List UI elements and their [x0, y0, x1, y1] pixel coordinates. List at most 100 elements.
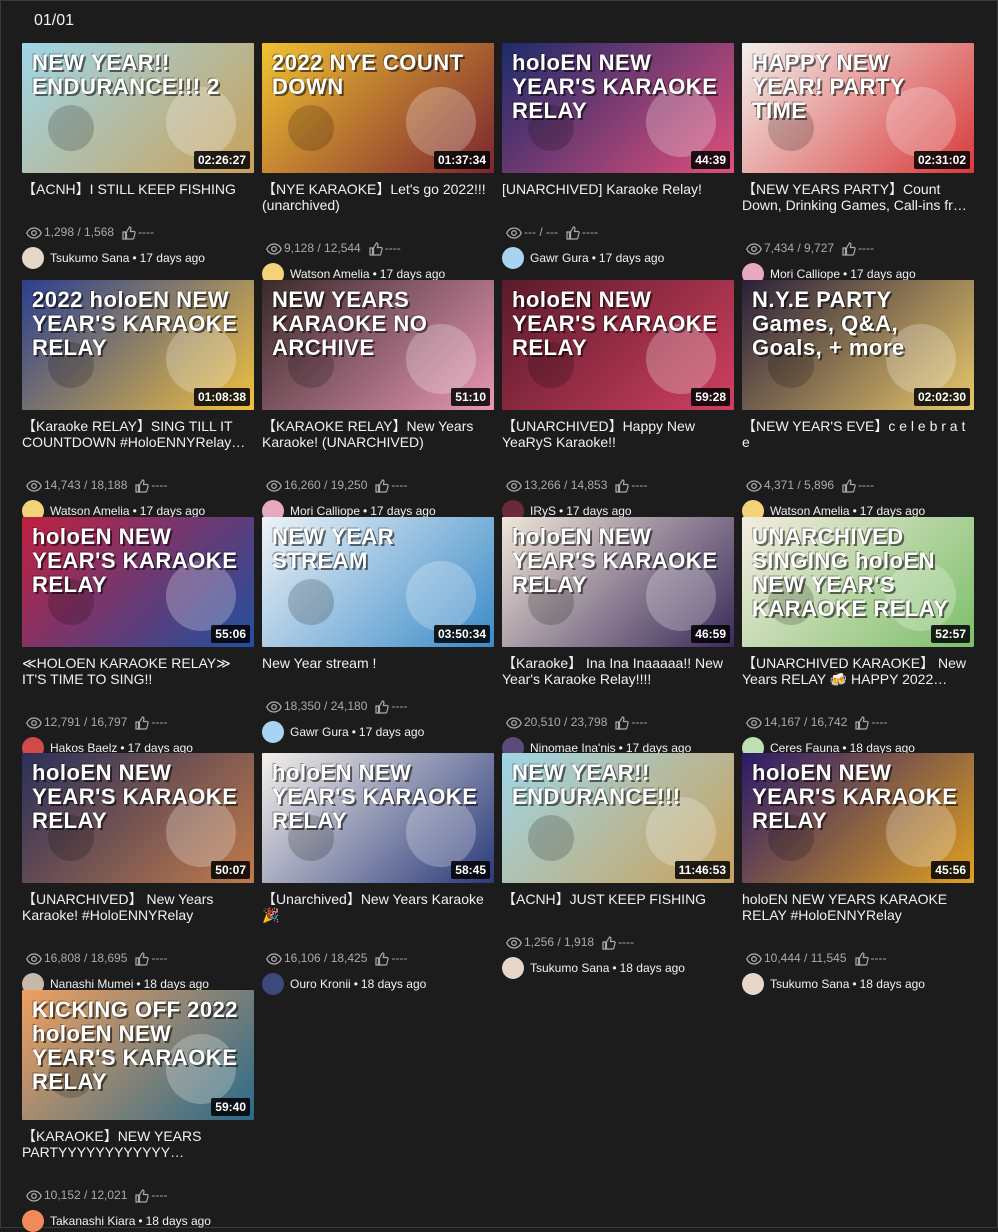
channel-info[interactable]: Ouro Kronii • 18 days ago [262, 973, 494, 995]
like-count: ---- [858, 241, 875, 255]
video-title[interactable]: 【UNARCHIVED】Happy New YeaRyS Karaoke!! [502, 418, 734, 450]
channel-name[interactable]: Nanashi Mumei [50, 977, 133, 991]
channel-info[interactable]: Gawr Gura • 17 days ago [262, 721, 494, 743]
video-thumbnail[interactable]: N.Y.E PARTY Games, Q&A, Goals, + more 02… [742, 280, 974, 410]
video-title[interactable]: 【UNARCHIVED】 New Years Karaoke! #HoloENN… [22, 891, 254, 923]
video-thumbnail[interactable]: NEW YEAR!! ENDURANCE!!! 11:46:53 [502, 753, 734, 883]
avatar[interactable] [262, 973, 284, 995]
video-thumbnail[interactable]: UNARCHIVED SINGING holoEN NEW YEAR'S KAR… [742, 517, 974, 647]
channel-name[interactable]: Gawr Gura [530, 251, 589, 265]
eye-icon [26, 953, 42, 965]
video-thumbnail[interactable]: holoEN NEW YEAR'S KARAOKE RELAY 45:56 [742, 753, 974, 883]
like-count: ---- [151, 478, 168, 492]
channel-name[interactable]: Tsukumo Sana [530, 961, 609, 975]
avatar[interactable] [502, 957, 524, 979]
video-title[interactable]: [UNARCHIVED] Karaoke Relay! [502, 181, 734, 197]
channel-name[interactable]: Watson Amelia [290, 267, 370, 281]
thumbnail-text: holoEN NEW YEAR'S KARAOKE RELAY [32, 524, 238, 597]
video-duration: 58:45 [451, 861, 490, 879]
upload-age: 17 days ago [566, 504, 632, 518]
channel-name[interactable]: Tsukumo Sana [770, 977, 849, 991]
video-title[interactable]: New Year stream ! [262, 655, 494, 671]
channel-text: Mori Calliope • 17 days ago [290, 504, 436, 518]
video-title[interactable]: holoEN NEW YEARS KARAOKE RELAY #HoloENNY… [742, 891, 974, 923]
video-title[interactable]: 【Karaoke RELAY】SING TILL IT COUNTDOWN #H… [22, 418, 254, 450]
video-title[interactable]: 【KARAOKE】NEW YEARS PARTYYYYYYYYYYYY… [22, 1128, 254, 1160]
video-title[interactable]: 【NYE KARAOKE】Let's go 2022!!! (unarchive… [262, 181, 494, 213]
video-title[interactable]: ≪HOLOEN KARAOKE RELAY≫ IT'S TIME TO SING… [22, 655, 254, 687]
video-title[interactable]: 【KARAOKE RELAY】New Years Karaoke! (UNARC… [262, 418, 494, 450]
video-duration: 52:57 [931, 625, 970, 643]
view-count: 20,510 / 23,798 [524, 715, 608, 729]
video-stats: 13,266 / 14,853 ---- [506, 478, 734, 494]
eye-icon [506, 227, 522, 239]
video-title[interactable]: 【Karaoke】 Ina Ina Inaaaaa!! New Year's K… [502, 655, 734, 687]
video-title[interactable]: 【ACNH】I STILL KEEP FISHING [22, 181, 254, 197]
channel-name[interactable]: IRyS [530, 504, 556, 518]
view-count: 9,128 / 12,544 [284, 241, 361, 255]
channel-name[interactable]: Ouro Kronii [290, 977, 351, 991]
like-count: ---- [151, 1188, 168, 1202]
like-count: ---- [858, 478, 875, 492]
channel-name[interactable]: Mori Calliope [770, 267, 840, 281]
video-duration: 59:28 [691, 388, 730, 406]
video-thumbnail[interactable]: NEW YEARS KARAOKE NO ARCHIVE 51:10 [262, 280, 494, 410]
video-duration: 02:31:02 [913, 151, 970, 169]
channel-info[interactable]: Takanashi Kiara • 18 days ago [22, 1210, 254, 1232]
video-title[interactable]: 【ACNH】JUST KEEP FISHING [502, 891, 734, 907]
upload-age: 17 days ago [379, 267, 446, 281]
video-thumbnail[interactable]: NEW YEAR STREAM 03:50:34 [262, 517, 494, 647]
video-thumbnail[interactable]: holoEN NEW YEAR'S KARAOKE RELAY 58:45 [262, 753, 494, 883]
video-thumbnail[interactable]: holoEN NEW YEAR'S KARAOKE RELAY 44:39 [502, 43, 734, 173]
channel-name[interactable]: Mori Calliope [290, 504, 360, 518]
channel-text: Nanashi Mumei • 18 days ago [50, 977, 209, 991]
channel-info[interactable]: Tsukumo Sana • 18 days ago [502, 957, 734, 979]
channel-name[interactable]: Watson Amelia [50, 504, 130, 518]
view-count: 7,434 / 9,727 [764, 241, 835, 255]
channel-text: Tsukumo Sana • 17 days ago [50, 251, 205, 265]
video-duration: 51:10 [451, 388, 490, 406]
video-stats: 14,743 / 18,188 ---- [26, 478, 254, 494]
video-thumbnail[interactable]: HAPPY NEW YEAR! PARTY TIME 02:31:02 [742, 43, 974, 173]
thumbs-up-icon [135, 1189, 150, 1203]
avatar[interactable] [22, 247, 44, 269]
video-thumbnail[interactable]: 2022 holoEN NEW YEAR'S KARAOKE RELAY 01:… [22, 280, 254, 410]
thumbnail-text: NEW YEAR STREAM [272, 524, 395, 573]
thumbnail-text: holoEN NEW YEAR'S KARAOKE RELAY [512, 50, 718, 123]
upload-age: 18 days ago [619, 961, 685, 975]
video-title[interactable]: 【Unarchived】New Years Karaoke 🎉 [262, 891, 494, 923]
video-title[interactable]: 【UNARCHIVED KARAOKE】 New Years RELAY 🍻 H… [742, 655, 974, 687]
channel-name[interactable]: Watson Amelia [770, 504, 850, 518]
thumbnail-text: 2022 NYE COUNT DOWN [272, 50, 464, 99]
avatar[interactable] [22, 1210, 44, 1232]
thumbs-up-icon [369, 242, 383, 256]
avatar[interactable] [742, 973, 764, 995]
avatar[interactable] [262, 721, 284, 743]
thumbnail-decoration [288, 579, 334, 625]
video-thumbnail[interactable]: holoEN NEW YEAR'S KARAOKE RELAY 46:59 [502, 517, 734, 647]
video-thumbnail[interactable]: holoEN NEW YEAR'S KARAOKE RELAY 50:07 [22, 753, 254, 883]
channel-name[interactable]: Takanashi Kiara [50, 1214, 135, 1228]
view-count: 10,444 / 11,545 [764, 951, 847, 965]
channel-name[interactable]: Tsukumo Sana [50, 251, 129, 265]
video-thumbnail[interactable]: 2022 NYE COUNT DOWN 01:37:34 [262, 43, 494, 173]
video-title[interactable]: 【NEW YEAR'S EVE】c e l e b r a t e [742, 418, 974, 450]
like-count: ---- [631, 478, 648, 492]
avatar[interactable] [502, 247, 524, 269]
channel-text: Gawr Gura • 17 days ago [290, 725, 424, 739]
like-count: ---- [631, 715, 648, 729]
video-thumbnail[interactable]: NEW YEAR!! ENDURANCE!!! 2 02:26:27 [22, 43, 254, 173]
video-thumbnail[interactable]: holoEN NEW YEAR'S KARAOKE RELAY 59:28 [502, 280, 734, 410]
eye-icon [26, 717, 42, 729]
channel-name[interactable]: Gawr Gura [290, 725, 349, 739]
eye-icon [266, 953, 282, 965]
video-thumbnail[interactable]: holoEN NEW YEAR'S KARAOKE RELAY 55:06 [22, 517, 254, 647]
thumbnail-text: NEW YEAR!! ENDURANCE!!! [512, 760, 681, 809]
video-thumbnail[interactable]: KICKING OFF 2022 holoEN NEW YEAR'S KARAO… [22, 990, 254, 1120]
video-stats: 18,350 / 24,180 ---- [266, 699, 494, 715]
channel-info[interactable]: Gawr Gura • 17 days ago [502, 247, 734, 269]
channel-info[interactable]: Tsukumo Sana • 18 days ago [742, 973, 974, 995]
video-title[interactable]: 【NEW YEARS PARTY】Count Down, Drinking Ga… [742, 181, 974, 213]
channel-info[interactable]: Tsukumo Sana • 17 days ago [22, 247, 254, 269]
view-count: 4,371 / 5,896 [764, 478, 835, 492]
